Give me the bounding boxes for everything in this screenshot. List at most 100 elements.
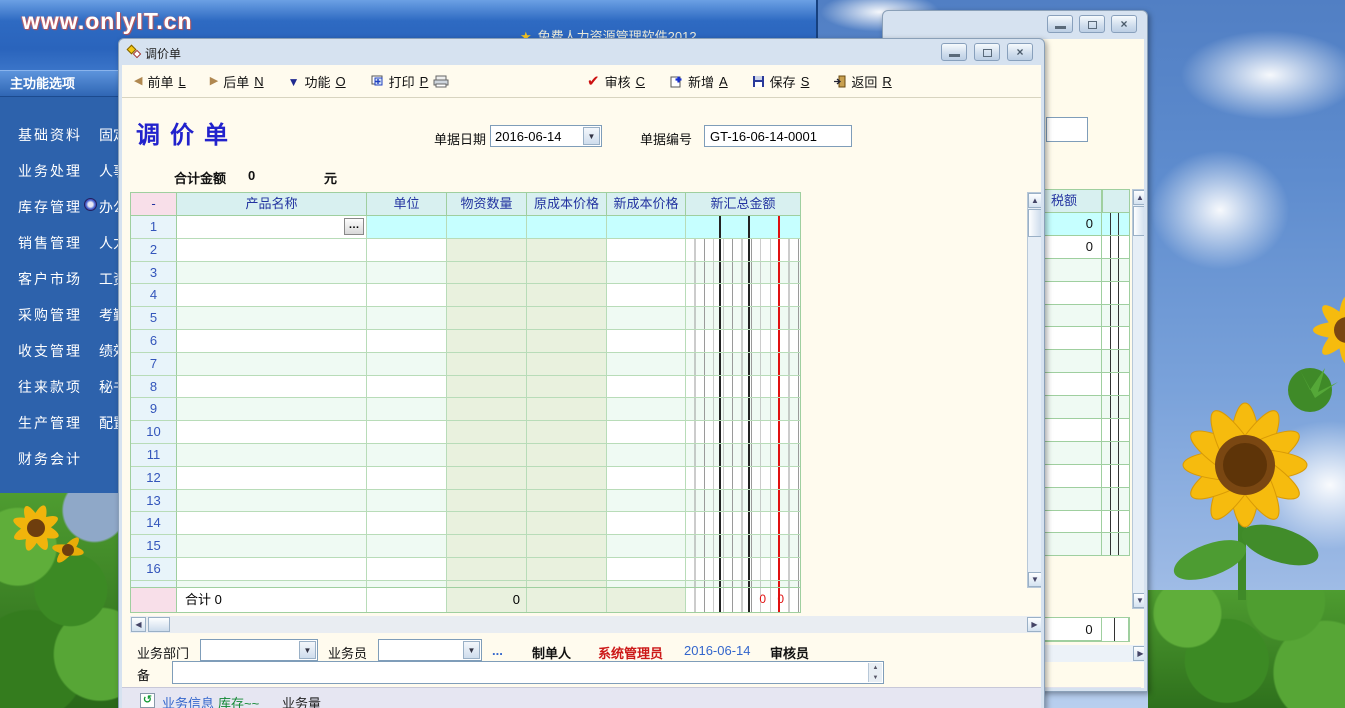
minimize-button[interactable] [941, 43, 967, 61]
table-cell[interactable] [686, 353, 800, 376]
sidebar-item[interactable]: 财务会计 [18, 449, 94, 469]
table-cell[interactable] [177, 444, 367, 467]
tab-business-info[interactable]: 业务信息 [162, 693, 214, 708]
table-cell[interactable] [607, 398, 686, 421]
sidebar-item-col2[interactable]: 人事 [99, 161, 118, 181]
table-cell[interactable] [607, 512, 686, 535]
table-cell[interactable] [686, 421, 800, 444]
row-number[interactable]: 8 [131, 376, 177, 399]
table-cell[interactable] [367, 398, 447, 421]
table-cell[interactable] [527, 490, 607, 513]
table-cell[interactable] [527, 216, 607, 239]
table-cell[interactable] [527, 307, 607, 330]
row-number[interactable]: 7 [131, 353, 177, 376]
add-new-button[interactable]: 新增A [669, 72, 728, 91]
table-cell[interactable] [177, 239, 367, 262]
table-cell[interactable] [447, 216, 527, 239]
save-button[interactable]: 保存S [752, 72, 810, 91]
background-input-field[interactable] [1046, 117, 1088, 142]
sidebar-item-col2[interactable]: 秘书 [99, 377, 118, 397]
refresh-icon[interactable]: ↺ [140, 693, 155, 708]
table-cell[interactable] [686, 398, 800, 421]
note-input[interactable]: ▲▼ [172, 661, 884, 684]
table-cell[interactable] [447, 307, 527, 330]
table-cell[interactable] [607, 262, 686, 285]
doc-no-input[interactable]: GT-16-06-14-0001 [704, 125, 852, 147]
table-cell[interactable] [447, 581, 527, 588]
table-cell[interactable] [686, 581, 800, 588]
row-number[interactable]: 13 [131, 490, 177, 513]
row-number[interactable]: 12 [131, 467, 177, 490]
sidebar-item[interactable]: 客户市场 [18, 269, 94, 289]
table-cell[interactable] [686, 512, 800, 535]
table-cell[interactable] [447, 444, 527, 467]
sidebar-item-col2[interactable]: 办公 [99, 197, 118, 217]
row-number[interactable]: 14 [131, 512, 177, 535]
sidebar-item-col2[interactable]: 工资 [99, 269, 118, 289]
table-cell[interactable] [177, 330, 367, 353]
row-number[interactable]: 4 [131, 284, 177, 307]
scroll-down-icon[interactable]: ▼ [1133, 593, 1144, 608]
table-cell[interactable] [686, 262, 800, 285]
tax-table-vscrollbar[interactable]: ▲ ▼ [1132, 189, 1144, 609]
row-number[interactable]: 16 [131, 558, 177, 581]
minimize-button[interactable] [1047, 15, 1073, 33]
sidebar-item[interactable]: 销售管理 [18, 233, 94, 253]
table-cell[interactable] [367, 284, 447, 307]
col-unit[interactable]: 单位 [367, 193, 447, 215]
table-cell[interactable] [447, 239, 527, 262]
tax-extra-header[interactable] [1102, 189, 1130, 213]
table-hscrollbar[interactable]: ◀ ▶ [130, 616, 1041, 633]
table-cell[interactable] [686, 535, 800, 558]
table-cell[interactable] [367, 330, 447, 353]
table-cell[interactable] [527, 239, 607, 262]
chevron-down-icon[interactable]: ▼ [583, 127, 600, 145]
table-cell[interactable] [367, 535, 447, 558]
table-cell[interactable] [686, 307, 800, 330]
table-cell[interactable] [177, 490, 367, 513]
table-cell[interactable] [686, 330, 800, 353]
scroll-left-icon[interactable]: ◀ [131, 617, 146, 632]
scroll-down-icon[interactable]: ▼ [1028, 572, 1041, 587]
table-cell[interactable] [367, 558, 447, 581]
table-cell[interactable] [527, 558, 607, 581]
table-cell[interactable] [367, 307, 447, 330]
table-cell[interactable] [607, 421, 686, 444]
col-new-total[interactable]: 新汇总金额 [686, 193, 800, 215]
scroll-thumb[interactable] [1133, 206, 1144, 236]
table-cell[interactable] [607, 284, 686, 307]
maximize-button[interactable] [1079, 15, 1105, 33]
table-cell[interactable] [527, 421, 607, 444]
table-cell[interactable] [527, 444, 607, 467]
table-vscrollbar[interactable]: ▲ ▼ [1027, 192, 1041, 588]
row-number[interactable]: 11 [131, 444, 177, 467]
prev-doc-button[interactable]: ◀前单L [134, 72, 186, 91]
product-picker-button[interactable]: … [344, 218, 364, 235]
maximize-button[interactable] [974, 43, 1000, 61]
table-cell[interactable] [607, 216, 686, 239]
table-cell[interactable] [177, 467, 367, 490]
sidebar-item-col2[interactable]: 绩效 [99, 341, 118, 361]
table-cell[interactable]: … [177, 216, 367, 239]
table-cell[interactable] [607, 353, 686, 376]
table-cell[interactable] [367, 490, 447, 513]
table-cell[interactable] [607, 239, 686, 262]
table-cell[interactable] [177, 421, 367, 444]
chevron-down-icon[interactable]: ▼ [299, 641, 316, 659]
table-cell[interactable] [177, 581, 367, 588]
audit-button[interactable]: ✔审核C [587, 72, 645, 91]
table-cell[interactable] [367, 467, 447, 490]
close-button[interactable]: × [1111, 15, 1137, 33]
table-cell[interactable] [447, 421, 527, 444]
row-number[interactable]: 6 [131, 330, 177, 353]
table-cell[interactable] [686, 376, 800, 399]
scroll-thumb[interactable] [1028, 209, 1041, 237]
background-window-titlebar[interactable]: × [883, 11, 1147, 37]
row-number[interactable]: 10 [131, 421, 177, 444]
table-cell[interactable] [177, 558, 367, 581]
row-number[interactable]: 17 [131, 581, 177, 588]
next-doc-button[interactable]: ▶后单N [210, 72, 264, 91]
table-cell[interactable] [607, 467, 686, 490]
table-cell[interactable] [177, 353, 367, 376]
sidebar-item-col2[interactable]: 固定 [99, 125, 118, 145]
